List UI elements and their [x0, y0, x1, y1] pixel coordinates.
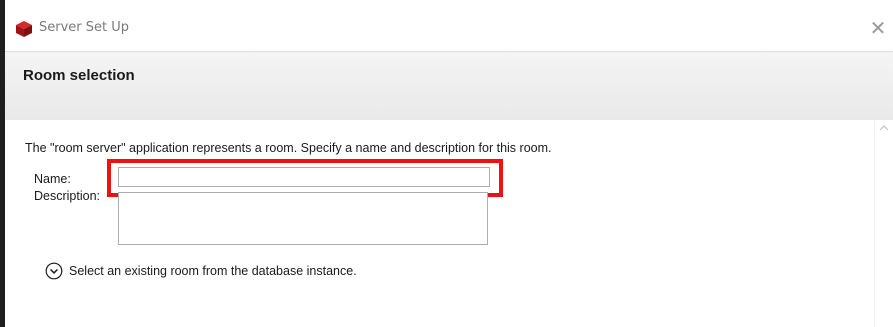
- server-setup-window: Server Set Up ✕ Room selection The "room…: [0, 0, 893, 327]
- close-icon[interactable]: ✕: [870, 16, 887, 40]
- expander-label[interactable]: Select an existing room from the databas…: [69, 264, 357, 278]
- name-field[interactable]: [118, 167, 490, 187]
- page-header: Room selection: [5, 51, 893, 121]
- select-existing-room-expander[interactable]: Select an existing room from the databas…: [45, 261, 357, 281]
- name-label: Name:: [34, 172, 71, 186]
- vertical-scrollbar[interactable]: [874, 120, 893, 327]
- intro-text: The "room server" application represents…: [25, 141, 552, 155]
- chevron-down-circle-icon[interactable]: [45, 262, 63, 280]
- description-label: Description:: [34, 189, 100, 203]
- close-button[interactable]: ✕: [865, 15, 891, 41]
- red-cube-icon: [15, 20, 33, 38]
- page-title: Room selection: [23, 67, 135, 84]
- title-bar: Server Set Up ✕: [5, 5, 893, 52]
- scroll-up-arrow-icon[interactable]: [879, 124, 889, 134]
- window-title: Server Set Up: [39, 20, 130, 35]
- description-field[interactable]: [118, 192, 488, 245]
- content-panel: The "room server" application represents…: [5, 120, 893, 327]
